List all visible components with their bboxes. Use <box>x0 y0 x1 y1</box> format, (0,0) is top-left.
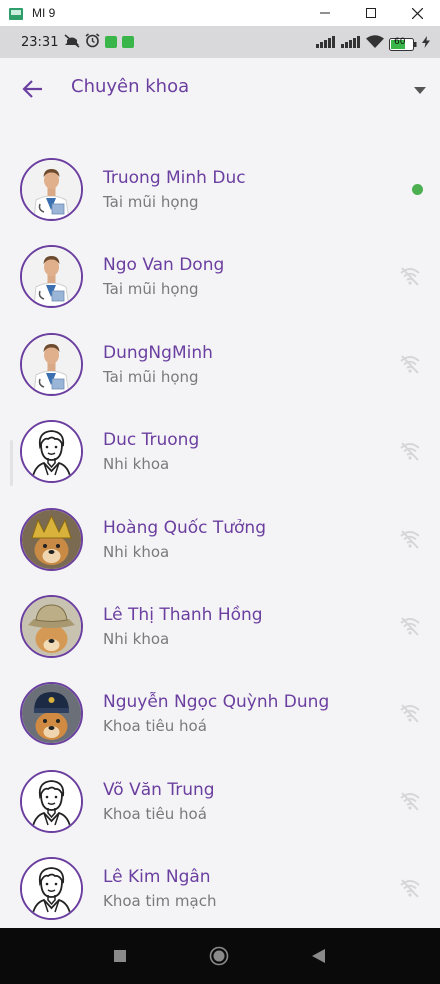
doctor-avatar <box>20 158 83 221</box>
doctor-name: Võ Văn Trung <box>103 779 215 800</box>
online-status-dot <box>412 184 423 195</box>
doctor-name: Nguyễn Ngọc Quỳnh Dung <box>103 692 330 713</box>
alarm-icon <box>85 32 100 52</box>
doctor-name: Lê Kim Ngân <box>103 867 211 888</box>
doctor-avatar <box>20 857 83 921</box>
battery-level: 60 <box>394 36 406 47</box>
doctor-avatar <box>20 682 83 746</box>
doctor-avatar <box>20 420 83 484</box>
doctor-specialty: Khoa tiêu hoá <box>103 804 207 823</box>
wifi-off-icon <box>399 353 421 375</box>
doctor-avatar <box>20 332 83 396</box>
minimize-button[interactable] <box>302 0 348 26</box>
app-window-icon <box>9 6 23 20</box>
circle-icon <box>209 946 229 966</box>
wifi-off-icon <box>399 528 421 550</box>
doctor-avatar <box>20 245 83 309</box>
charging-icon <box>422 33 430 52</box>
doctor-list-item[interactable]: Ngo Van Dong Tai mũi họng <box>0 232 440 319</box>
doctor-list-item[interactable]: Hoàng Quốc Tưởng Nhi khoa <box>0 495 440 582</box>
specialty-dropdown-button[interactable] <box>408 78 432 102</box>
doctor-list-item[interactable]: Lê Kim Ngân Khoa tim mạch <box>0 844 440 931</box>
battery-icon: 60 <box>389 36 417 51</box>
doctor-specialty: Nhi khoa <box>103 455 170 474</box>
doctor-list-item[interactable]: Truong Minh Duc Tai mũi họng <box>0 145 440 232</box>
wifi-off-icon <box>399 615 421 637</box>
doctor-name: Truong Minh Duc <box>103 168 246 188</box>
square-icon <box>114 950 126 962</box>
doctor-specialty: Khoa tim mạch <box>103 892 217 911</box>
caret-down-icon <box>414 86 426 94</box>
wifi-off-icon <box>399 877 421 899</box>
triangle-back-icon <box>312 949 325 963</box>
doctor-specialty: Tai mũi họng <box>103 193 199 211</box>
wifi-off-icon <box>399 440 421 462</box>
navigation-bar <box>0 928 440 984</box>
doctor-list: Truong Minh Duc Tai mũi họng Ngo Van Dong T… <box>0 145 440 932</box>
home-button[interactable] <box>207 944 231 968</box>
wifi-off-icon <box>399 790 421 812</box>
notification-app-icon <box>105 36 118 48</box>
doctor-list-item[interactable]: Nguyễn Ngọc Quỳnh Dung Khoa tiêu hoá <box>0 669 440 756</box>
doctor-specialty: Tai mũi họng <box>103 367 199 386</box>
doctor-specialty: Nhi khoa <box>103 542 170 561</box>
doctor-name: Hoàng Quốc Tưởng <box>103 517 267 538</box>
silent-icon <box>64 33 80 52</box>
status-bar: 23:31 60 <box>0 26 440 58</box>
recent-apps-button[interactable] <box>108 944 132 968</box>
doctor-list-item[interactable]: Duc Truong Nhi khoa <box>0 407 440 494</box>
back-nav-button[interactable] <box>306 944 330 968</box>
arrow-left-icon <box>22 80 42 98</box>
doctor-specialty: Tai mũi họng <box>103 280 199 299</box>
doctor-avatar <box>20 769 83 833</box>
doctor-specialty: Khoa tiêu hoá <box>103 717 207 736</box>
back-button[interactable] <box>18 74 48 104</box>
doctor-list-item[interactable]: DungNgMinh Tai mũi họng <box>0 320 440 407</box>
signal-icon <box>316 33 336 52</box>
close-window-button[interactable] <box>394 0 440 26</box>
maximize-button[interactable] <box>348 0 394 26</box>
window-title-bar: MI 9 <box>0 0 440 26</box>
doctor-list-item[interactable]: Võ Văn Trung Khoa tiêu hoá <box>0 757 440 844</box>
wifi-icon <box>366 33 384 52</box>
notification-app-icon <box>122 36 135 48</box>
doctor-name: Duc Truong <box>103 430 200 451</box>
wifi-off-icon <box>399 265 421 287</box>
doctor-specialty: Nhi khoa <box>103 629 170 648</box>
doctor-avatar <box>20 507 83 571</box>
signal-icon <box>341 33 361 52</box>
doctor-name: DungNgMinh <box>103 342 213 363</box>
status-time: 23:31 <box>21 34 59 50</box>
doctor-avatar <box>20 594 83 658</box>
doctor-list-item[interactable]: Lê Thị Thanh Hồng Nhi khoa <box>0 582 440 669</box>
doctor-name: Ngo Van Dong <box>103 255 225 276</box>
app-bar: Chuyên khoa <box>0 58 440 120</box>
wifi-off-icon <box>399 702 421 724</box>
doctor-name: Lê Thị Thanh Hồng <box>103 604 263 625</box>
window-title: MI 9 <box>32 6 56 20</box>
page-title: Chuyên khoa <box>71 76 190 97</box>
